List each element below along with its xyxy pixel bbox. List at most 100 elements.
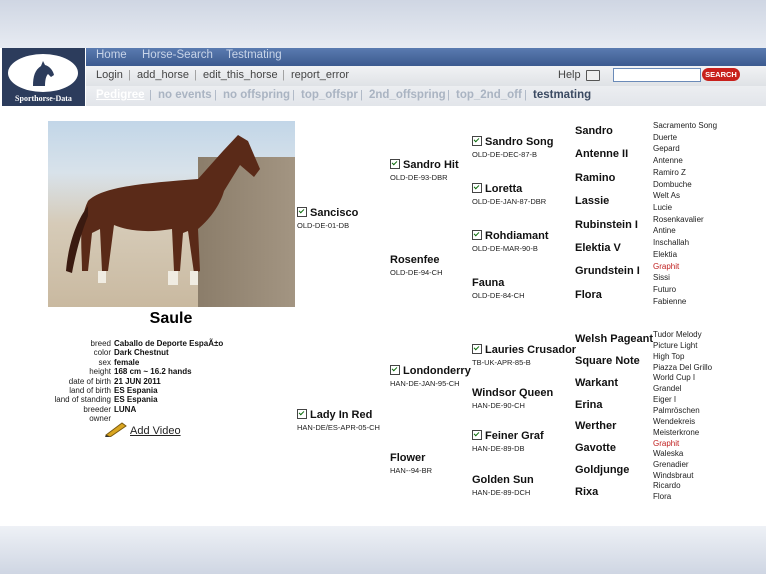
- pedigree-gen5[interactable]: Waleska: [653, 449, 683, 458]
- detail-label: land of birth: [69, 386, 111, 396]
- pedigree-gen4[interactable]: Warkant: [575, 377, 618, 389]
- pedigree-gen5[interactable]: Futuro: [653, 285, 676, 294]
- pedigree-gen4[interactable]: Grundstein I: [575, 265, 640, 277]
- pedigree-gen5[interactable]: Palmröschen: [653, 406, 700, 415]
- pedigree-gen4[interactable]: Gavotte: [575, 442, 616, 454]
- pedigree-gen5[interactable]: Sacramento Song: [653, 121, 717, 130]
- pedigree-gen4[interactable]: Rubinstein I: [575, 219, 638, 231]
- pedigree-gen3[interactable]: Golden Sun HAN-DE-89-DCH: [472, 470, 534, 497]
- pedigree-gen2[interactable]: Londonderry HAN-DE-JAN-95-CH: [390, 361, 471, 388]
- detail-value: Dark Chestnut: [114, 348, 169, 358]
- nav-horse-search[interactable]: Horse-Search: [142, 49, 213, 61]
- tab-2nd-offspring[interactable]: 2nd_offspring: [369, 89, 446, 101]
- pedigree-gen5[interactable]: Grenadier: [653, 460, 689, 469]
- search-input[interactable]: [613, 68, 701, 82]
- pedigree-gen5[interactable]: Graphit: [653, 439, 679, 448]
- tab-testmating[interactable]: testmating: [533, 89, 591, 101]
- pedigree-gen5[interactable]: Antine: [653, 226, 676, 235]
- pedigree-gen5[interactable]: Gepard: [653, 144, 680, 153]
- ancestor-reg: OLD-DE-DEC-87-B: [472, 150, 538, 159]
- pedigree-gen5[interactable]: Eiger I: [653, 395, 676, 404]
- pedigree-gen5[interactable]: Meisterkrone: [653, 428, 699, 437]
- pedigree-gen5[interactable]: Windsbraut: [653, 471, 693, 480]
- report-error-link[interactable]: report_error: [291, 69, 349, 81]
- pedigree-gen5[interactable]: Inschallah: [653, 238, 689, 247]
- ancestor-reg: OLD-DE-94-CH: [390, 268, 443, 277]
- pedigree-gen3[interactable]: Sandro Song OLD-DE-DEC-87-B: [472, 132, 553, 159]
- pedigree-gen2[interactable]: Rosenfee OLD-DE-94-CH: [390, 250, 443, 277]
- ancestor-name: Golden Sun: [472, 474, 534, 486]
- pedigree-gen3[interactable]: Rohdiamant OLD-DE-MAR-90-B: [472, 226, 549, 253]
- pedigree-gen5[interactable]: Welt As: [653, 191, 680, 200]
- pedigree-gen3[interactable]: Windsor Queen HAN-DE-90-CH: [472, 383, 553, 410]
- pedigree-gen5[interactable]: Duerte: [653, 133, 677, 142]
- nav-home[interactable]: Home: [96, 49, 127, 61]
- pedigree-gen4[interactable]: Goldjunge: [575, 464, 629, 476]
- login-link[interactable]: Login: [96, 69, 123, 81]
- pedigree-gen5[interactable]: Picture Light: [653, 341, 697, 350]
- pedigree-gen5[interactable]: World Cup I: [653, 373, 695, 382]
- tab-top-2nd-off[interactable]: top_2nd_off: [456, 89, 522, 101]
- detail-value: Caballo de Deporte EspaÃ±o: [114, 339, 224, 348]
- pedigree-gen4[interactable]: Lassie: [575, 195, 609, 207]
- tab-pedigree[interactable]: Pedigree: [96, 89, 145, 101]
- tab-events[interactable]: no events: [158, 89, 212, 101]
- pedigree-gen4[interactable]: Rixa: [575, 486, 598, 498]
- pedigree-gen5[interactable]: Flora: [653, 492, 671, 501]
- pedigree-gen3[interactable]: Loretta OLD-DE-JAN-87-DBR: [472, 179, 546, 206]
- pedigree-gen4[interactable]: Welsh Pageant: [575, 333, 653, 345]
- ancestor-name: Lady In Red: [310, 409, 373, 421]
- pedigree-gen5[interactable]: Ramiro Z: [653, 168, 686, 177]
- tab-top-offspr[interactable]: top_offspr: [301, 89, 358, 101]
- nav-testmating[interactable]: Testmating: [226, 49, 282, 61]
- pedigree-gen5[interactable]: Sissi: [653, 273, 670, 282]
- pedigree-gen3[interactable]: Lauries Crusador TB-UK-APR-85-B: [472, 340, 576, 367]
- pedigree-gen5[interactable]: Piazza Del Grillo: [653, 363, 712, 372]
- pedigree-dam[interactable]: Lady In Red HAN-DE/ES-APR-05-CH: [297, 405, 380, 432]
- pedigree-gen5[interactable]: Graphit: [653, 262, 679, 271]
- pedigree-gen2[interactable]: Flower HAN--94-BR: [390, 448, 432, 475]
- sub-nav: Login | add_horse | edit_this_horse | re…: [86, 66, 766, 86]
- pedigree-gen4[interactable]: Sandro: [575, 125, 613, 137]
- help-link[interactable]: Help: [558, 69, 581, 81]
- ancestor-reg: HAN-DE-JAN-95-CH: [390, 379, 460, 388]
- detail-value: LUNA: [114, 404, 137, 414]
- pedigree-gen2[interactable]: Sandro Hit OLD-DE-93-DBR: [390, 155, 459, 182]
- pedigree-gen3[interactable]: Fauna OLD-DE-84-CH: [472, 273, 525, 300]
- ancestor-name: Sandro Hit: [403, 159, 459, 171]
- pedigree-gen4[interactable]: Werther: [575, 420, 616, 432]
- horse-head-icon: [33, 61, 54, 86]
- pedigree-gen5[interactable]: Grandel: [653, 384, 681, 393]
- pedigree-gen5[interactable]: High Top: [653, 352, 684, 361]
- edit-horse-link[interactable]: edit_this_horse: [203, 69, 278, 81]
- pedigree-gen4[interactable]: Flora: [575, 289, 602, 301]
- pedigree-sire[interactable]: Sancisco OLD-DE-01-DB: [297, 203, 358, 230]
- separator: |: [149, 89, 152, 101]
- pedigree-gen5[interactable]: Fabienne: [653, 297, 686, 306]
- pedigree-gen5[interactable]: Dombuche: [653, 180, 692, 189]
- pedigree-gen5[interactable]: Ricardo: [653, 481, 681, 490]
- add-horse-link[interactable]: add_horse: [137, 69, 189, 81]
- printer-icon[interactable]: [586, 70, 600, 81]
- detail-row: date of birth 21 JUN 2011: [40, 377, 223, 386]
- pedigree-gen3[interactable]: Feiner Graf HAN-DE-89-DB: [472, 426, 544, 453]
- ancestor-reg: OLD-DE-JAN-87-DBR: [472, 197, 547, 206]
- ancestor-name: Sandro Song: [485, 136, 554, 148]
- pedigree-gen5[interactable]: Wendekreis: [653, 417, 695, 426]
- pedigree-gen4[interactable]: Ramino: [575, 172, 615, 184]
- pedigree-gen4[interactable]: Elektia V: [575, 242, 621, 254]
- tab-offspring[interactable]: no offspring: [223, 89, 290, 101]
- pedigree-gen4[interactable]: Square Note: [575, 355, 640, 367]
- site-logo[interactable]: Sporthorse-Data: [2, 48, 85, 106]
- search-button[interactable]: SEARCH: [702, 68, 740, 81]
- pedigree-gen5[interactable]: Rosenkavalier: [653, 215, 704, 224]
- pedigree-gen5[interactable]: Lucie: [653, 203, 672, 212]
- detail-label: land of standing: [54, 395, 112, 405]
- pedigree-gen5[interactable]: Elektia: [653, 250, 677, 259]
- pedigree-gen5[interactable]: Tudor Melody: [653, 330, 702, 339]
- pedigree-gen5[interactable]: Antenne: [653, 156, 683, 165]
- top-background: [0, 0, 766, 48]
- separator: |: [214, 89, 217, 101]
- pedigree-gen4[interactable]: Erina: [575, 399, 603, 411]
- pedigree-gen4[interactable]: Antenne II: [575, 148, 628, 160]
